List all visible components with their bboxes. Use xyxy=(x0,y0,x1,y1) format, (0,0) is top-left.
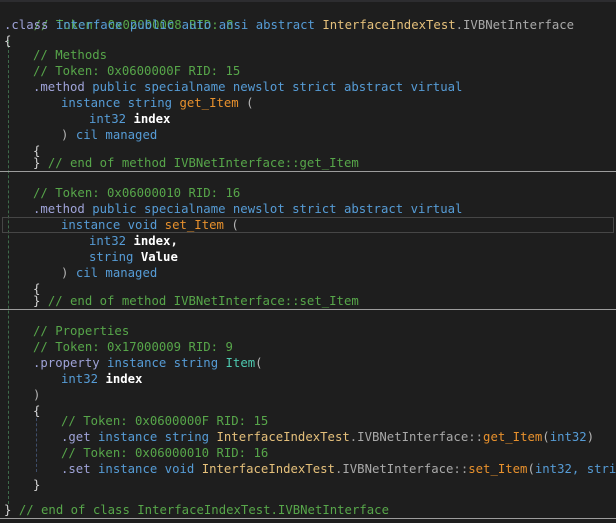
setter-signature: instance void xyxy=(98,462,195,476)
interface-name[interactable]: IVBNetInterface xyxy=(342,462,453,476)
close-brace: } xyxy=(33,156,41,170)
open-brace: { xyxy=(33,404,41,418)
code-line: // Token: 0x06000010 RID: 16 xyxy=(33,185,616,201)
code-line: ) xyxy=(33,387,616,403)
end-class-comment: // end of class InterfaceIndexTest.IVBNe… xyxy=(18,503,389,517)
property-name[interactable]: Item xyxy=(226,356,256,370)
method-directive: .method xyxy=(33,202,85,216)
param-type: int32 xyxy=(89,112,127,126)
class-separator xyxy=(0,518,616,519)
code-line: ) cil managed xyxy=(61,265,616,281)
token-comment: // Token: 0x17000009 RID: 9 xyxy=(33,340,233,354)
param-type: int32 xyxy=(89,234,127,248)
open-paren: ( xyxy=(231,218,239,232)
close-paren: ) xyxy=(61,266,69,280)
code-line: // Token: 0x0600000F RID: 15 xyxy=(61,413,616,429)
indent-guide xyxy=(8,40,9,504)
param-type: int32 xyxy=(61,372,99,386)
end-method-comment: // end of method IVBNetInterface::set_It… xyxy=(47,294,359,308)
namespace-name[interactable]: InterfaceIndexTest xyxy=(217,430,350,444)
methods-comment: // Methods xyxy=(33,48,108,62)
interface-name[interactable]: IVBNetInterface xyxy=(463,18,574,32)
method-directive: .method xyxy=(33,80,85,94)
setter-args: int32, string xyxy=(534,462,616,476)
instance-keyword: instance xyxy=(61,96,121,110)
close-paren: ) xyxy=(33,388,41,402)
getter-method-link[interactable]: get_Item xyxy=(483,430,542,444)
code-line: int32 index xyxy=(61,371,616,387)
code-line: } // end of class InterfaceIndexTest.IVB… xyxy=(4,502,616,518)
token-comment: // Token: 0x0600000F RID: 15 xyxy=(33,64,241,78)
scope-separator: :: xyxy=(468,430,484,444)
code-line: } // end of method IVBNetInterface::set_… xyxy=(33,293,616,309)
property-directive: .property xyxy=(33,356,100,370)
code-line: // Token: 0x06000010 RID: 16 xyxy=(61,445,616,461)
code-line: // Token: 0x0600000F RID: 15 xyxy=(33,63,616,79)
class-modifiers: interface public auto ansi abstract xyxy=(55,18,315,32)
param-name: index, xyxy=(133,234,178,248)
code-line: .get instance string InterfaceIndexTest.… xyxy=(61,429,616,445)
param-name: Value xyxy=(140,250,178,264)
close-brace: } xyxy=(33,294,41,308)
code-line: } xyxy=(33,477,616,493)
code-line: int32 index xyxy=(89,111,616,127)
code-line: .class interface public auto ansi abstra… xyxy=(4,17,616,33)
method-modifiers: public specialname newslot strict abstra… xyxy=(92,202,463,216)
method-separator xyxy=(0,171,616,172)
code-line: ) cil managed xyxy=(61,127,616,143)
code-line: // Methods xyxy=(33,47,616,63)
impl-flags: cil managed xyxy=(75,128,158,142)
scope-separator: :: xyxy=(453,462,469,476)
method-separator xyxy=(0,309,616,310)
getter-signature: instance string xyxy=(98,430,210,444)
code-line: int32 index, xyxy=(89,233,616,249)
properties-comment: // Properties xyxy=(33,324,130,338)
getter-args: int32 xyxy=(549,430,587,444)
open-paren: ( xyxy=(255,356,263,370)
code-line: // Token: 0x02000008 RID: 8 xyxy=(4,1,616,32)
param-name: index xyxy=(105,372,143,386)
code-line: .method public specialname newslot stric… xyxy=(33,79,616,95)
property-modifiers: instance string xyxy=(107,356,219,370)
code-line: instance void set_Item ( xyxy=(61,217,616,233)
close-brace: } xyxy=(33,478,41,492)
code-line: instance string get_Item ( xyxy=(61,95,616,111)
return-type: void xyxy=(127,218,158,232)
code-line: .property instance string Item( xyxy=(33,355,616,371)
code-line: .method public specialname newslot stric… xyxy=(33,201,616,217)
close-paren: ) xyxy=(61,128,69,142)
code-line: } // end of method IVBNetInterface::get_… xyxy=(33,155,616,171)
code-editor[interactable]: // Token: 0x02000008 RID: 8 .class inter… xyxy=(0,0,616,523)
method-name-set-item[interactable]: set_Item xyxy=(165,218,224,232)
param-name: index xyxy=(133,112,171,126)
token-comment: // Token: 0x0600000F RID: 15 xyxy=(61,414,269,428)
set-directive: .set xyxy=(61,462,91,476)
end-method-comment: // end of method IVBNetInterface::get_It… xyxy=(47,156,359,170)
token-comment: // Token: 0x06000010 RID: 16 xyxy=(61,446,269,460)
open-paren: ( xyxy=(542,430,550,444)
code-line: // Properties xyxy=(33,323,616,339)
return-type: string xyxy=(127,96,173,110)
open-brace: { xyxy=(4,34,12,48)
code-line: // Token: 0x17000009 RID: 9 xyxy=(33,339,616,355)
setter-method-link[interactable]: set_Item xyxy=(468,462,527,476)
namespace-name[interactable]: InterfaceIndexTest xyxy=(322,18,455,32)
class-directive: .class xyxy=(4,18,49,32)
close-brace: } xyxy=(4,503,12,517)
token-comment: // Token: 0x06000010 RID: 16 xyxy=(33,186,241,200)
open-paren: ( xyxy=(527,462,535,476)
method-name-get-item[interactable]: get_Item xyxy=(179,96,238,110)
close-paren: ) xyxy=(586,430,595,444)
open-paren: ( xyxy=(246,96,254,110)
impl-flags: cil managed xyxy=(75,266,158,280)
method-modifiers: public specialname newslot strict abstra… xyxy=(92,80,463,94)
code-line: .set instance void InterfaceIndexTest.IV… xyxy=(61,461,616,477)
code-line: string Value xyxy=(89,249,616,265)
get-directive: .get xyxy=(61,430,91,444)
interface-name[interactable]: IVBNetInterface xyxy=(357,430,468,444)
namespace-name[interactable]: InterfaceIndexTest xyxy=(202,462,335,476)
param-type: string xyxy=(89,250,134,264)
dot: . xyxy=(455,18,464,32)
instance-keyword: instance xyxy=(61,218,121,232)
